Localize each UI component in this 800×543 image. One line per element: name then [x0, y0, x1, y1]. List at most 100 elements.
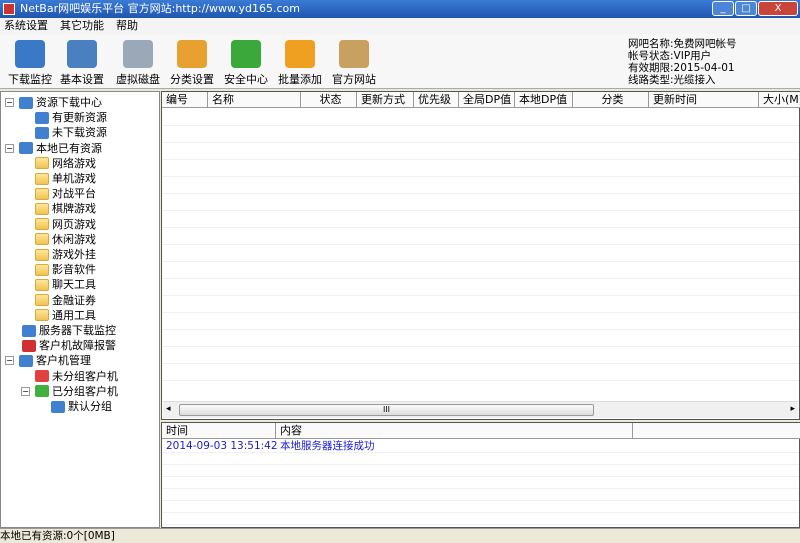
log-column-header[interactable]: 时间 — [162, 423, 276, 439]
menu-other-functions[interactable]: 其它功能 — [60, 18, 104, 34]
tree-item-label: 网络游戏 — [52, 156, 96, 170]
tree-item-label: 客户机故障报警 — [39, 339, 116, 353]
row-divider — [162, 312, 799, 313]
log-column-header[interactable]: 内容 — [276, 423, 633, 439]
tree-item[interactable]: 未分组客户机 — [35, 369, 118, 384]
tree-item[interactable]: 网页游戏 — [35, 217, 96, 232]
tree-item-label: 休闲游戏 — [52, 232, 96, 246]
tree-item[interactable]: 休闲游戏 — [35, 232, 96, 247]
tree-item[interactable]: 网络游戏 — [35, 156, 96, 171]
row-divider — [162, 244, 799, 245]
toolbar-button-5[interactable]: 批量添加 — [274, 40, 326, 87]
home-icon — [339, 40, 369, 68]
tree-item[interactable]: 有更新资源 — [35, 110, 107, 125]
disk-icon — [123, 40, 153, 68]
log-content: 本地服务器连接成功 — [280, 440, 375, 452]
folder-icon — [35, 278, 49, 291]
menu-bar: 系统设置 其它功能 帮助 — [0, 18, 800, 34]
collapse-icon[interactable]: − — [5, 356, 14, 366]
folder-icon — [35, 202, 49, 215]
tree-item[interactable]: − 客户机管理 — [5, 353, 91, 368]
toolbar-label: 批量添加 — [278, 73, 322, 86]
tree-item[interactable]: 对战平台 — [35, 186, 96, 201]
maximize-button[interactable]: □ — [735, 1, 757, 16]
collapse-icon[interactable]: − — [5, 143, 14, 153]
tree-item-label: 棋牌游戏 — [52, 202, 96, 216]
row-divider — [162, 452, 799, 453]
column-header[interactable]: 更新方式 — [357, 92, 414, 108]
tree-item[interactable]: − 资源下载中心 — [5, 95, 102, 110]
log-row[interactable]: 2014-09-03 13:51:42 本地服务器连接成功 — [162, 440, 799, 452]
toolbar-button-1[interactable]: 基本设置 — [56, 40, 108, 87]
row-divider — [162, 380, 799, 381]
tree-item[interactable]: − 已分组客户机 — [21, 384, 118, 399]
log-column-header[interactable] — [633, 423, 800, 439]
row-divider — [162, 193, 799, 194]
toolbar: 网吧名称:免费网吧帐号 帐号状态:VIP用户 有效期限:2015-04-01 线… — [0, 34, 800, 89]
tree-item[interactable]: 未下载资源 — [35, 125, 107, 140]
tree-item-label: 默认分组 — [68, 400, 112, 413]
status-bar: 本地已有资源:0个[0MB] — [0, 528, 800, 543]
column-header[interactable]: 大小(M) — [759, 92, 800, 108]
tree-item[interactable]: 聊天工具 — [35, 277, 96, 292]
horizontal-scrollbar[interactable]: ◂ III ▸ — [163, 401, 798, 418]
row-divider — [162, 159, 799, 160]
row-divider — [162, 476, 799, 477]
row-divider — [162, 512, 799, 513]
scroll-right-icon[interactable]: ▸ — [790, 404, 795, 414]
tree-item[interactable]: 影音软件 — [35, 262, 96, 277]
menu-help[interactable]: 帮助 — [116, 18, 138, 34]
tree-item[interactable]: 金融证券 — [35, 293, 96, 308]
log-time: 2014-09-03 13:51:42 — [166, 440, 278, 452]
collapse-icon[interactable]: − — [21, 386, 30, 396]
folder-icon — [35, 218, 49, 231]
toolbar-button-0[interactable]: 下载监控 — [4, 40, 56, 87]
resource-tree[interactable]: − 资源下载中心 有更新资源 未下载资源 − 本地已有资源 网络游戏 单机游戏 对战平台 棋牌游戏… — [0, 91, 160, 528]
column-header[interactable]: 全局DP值 — [459, 92, 515, 108]
tree-item[interactable]: 服务器下载监控 — [5, 323, 116, 338]
tree-item[interactable]: 游戏外挂 — [35, 247, 96, 262]
toolbar-button-6[interactable]: 官方网站 — [328, 40, 380, 87]
row-divider — [162, 261, 799, 262]
server-monitor-icon — [22, 324, 36, 337]
tree-item[interactable]: 通用工具 — [35, 308, 96, 323]
column-header[interactable]: 分类 — [573, 92, 649, 108]
folder-icon — [35, 309, 49, 322]
scroll-left-icon[interactable]: ◂ — [166, 404, 171, 414]
column-header[interactable]: 优先级 — [414, 92, 459, 108]
close-button[interactable]: X — [758, 1, 798, 16]
account-status: 帐号状态:VIP用户 — [628, 50, 712, 62]
toolbar-button-3[interactable]: 分类设置 — [166, 40, 218, 87]
column-header[interactable]: 编号 — [162, 92, 208, 108]
tree-item-label: 游戏外挂 — [52, 248, 96, 261]
tree-item-label: 客户机管理 — [36, 354, 91, 368]
folder-icon — [35, 187, 49, 200]
tree-item-label: 金融证券 — [52, 293, 96, 307]
column-header[interactable]: 状态 — [301, 92, 357, 108]
row-divider — [162, 278, 799, 279]
gear-icon — [67, 40, 97, 68]
column-header[interactable]: 更新时间 — [649, 92, 759, 108]
tree-item[interactable]: − 本地已有资源 — [5, 141, 102, 156]
column-header[interactable]: 名称 — [208, 92, 301, 108]
download-center-icon — [19, 96, 33, 109]
netbar-name: 网吧名称:免费网吧帐号 — [628, 38, 737, 50]
toolbar-button-4[interactable]: 安全中心 — [220, 40, 272, 87]
resource-table[interactable]: ◂ III ▸ 编号 名称 状态 更新方式 优先级 全局DP值 本地DP值 分类 更新时间 大小(… — [161, 91, 800, 420]
row-divider — [162, 346, 799, 347]
tree-item[interactable]: 棋牌游戏 — [35, 201, 96, 216]
minimize-button[interactable]: _ — [712, 1, 734, 16]
log-table[interactable]: 时间 内容 2014-09-03 13:51:42 本地服务器连接成功 — [161, 422, 800, 528]
tree-item[interactable]: 客户机故障报警 — [5, 338, 116, 353]
account-info: 网吧名称:免费网吧帐号 帐号状态:VIP用户 有效期限:2015-04-01 线… — [628, 38, 737, 86]
tree-item[interactable]: 单机游戏 — [35, 171, 96, 186]
row-divider — [162, 464, 799, 465]
toolbar-button-2[interactable]: 虚拟磁盘 — [112, 40, 164, 87]
tree-item[interactable]: 默认分组 — [51, 399, 112, 414]
collapse-icon[interactable]: − — [5, 98, 14, 107]
row-divider — [162, 295, 799, 296]
toolbar-label: 分类设置 — [170, 73, 214, 86]
menu-system-settings[interactable]: 系统设置 — [4, 18, 48, 34]
column-header[interactable]: 本地DP值 — [515, 92, 573, 108]
scroll-thumb[interactable]: III — [179, 404, 594, 416]
